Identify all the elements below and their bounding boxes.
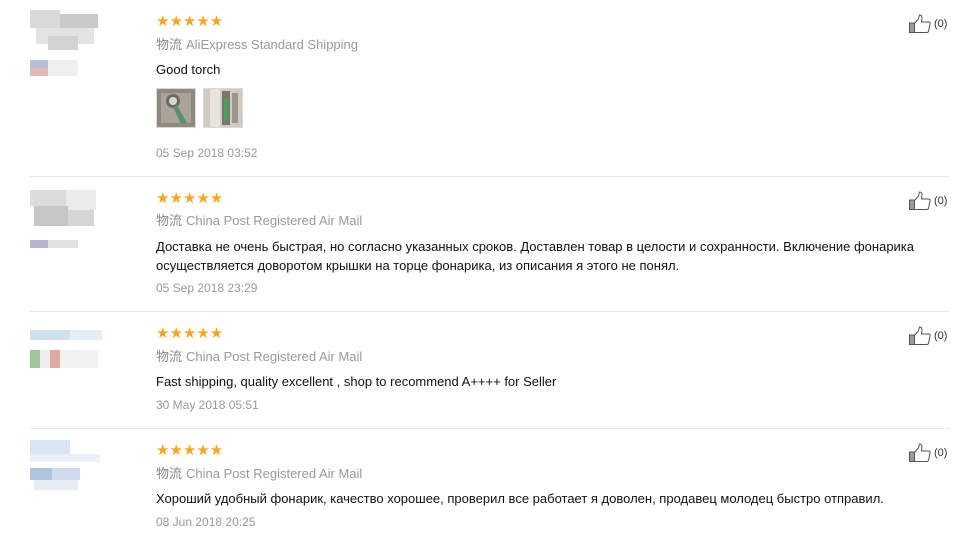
thumbs-up-icon [909,191,931,210]
review-text: Доставка не очень быстрая, но согласно у… [156,239,915,273]
shipping-info: 物流 AliExpress Standard Shipping [156,37,358,53]
thumbs-up-icon [909,326,931,345]
review-date: 08 Jun 2018 20:25 [156,515,256,529]
review-photo[interactable] [156,88,196,128]
helpful-button[interactable]: (0) [908,14,950,34]
shipping-info: 物流 China Post Registered Air Mail [156,466,362,482]
rating-stars: ★★★★★ [156,442,224,459]
shipping-method: AliExpress Standard Shipping [186,37,359,52]
rating-stars: ★★★★★ [156,13,224,30]
thumbs-up-icon [909,14,931,33]
helpful-count: (0) [934,330,948,342]
shipping-method: China Post Registered Air Mail [186,349,363,364]
helpful-count: (0) [934,447,948,459]
shipping-label: 物流 [156,466,183,481]
rating-stars: ★★★★★ [156,325,224,342]
helpful-count: (0) [934,18,948,30]
review-text: Good torch [156,62,221,77]
divider [30,428,950,429]
review-date: 05 Sep 2018 03:52 [156,146,258,160]
review-date: 05 Sep 2018 23:29 [156,281,258,295]
review-photo[interactable] [203,88,243,128]
shipping-info: 物流 China Post Registered Air Mail [156,213,362,229]
helpful-button[interactable]: (0) [908,326,950,346]
shipping-label: 物流 [156,349,183,364]
review-date: 30 May 2018 05:51 [156,398,259,412]
review-text: Хороший удобный фонарик, качество хороше… [156,491,884,506]
helpful-count: (0) [934,195,948,207]
shipping-info: 物流 China Post Registered Air Mail [156,349,362,365]
thumbs-up-icon [909,443,931,462]
helpful-button[interactable]: (0) [908,191,950,211]
helpful-button[interactable]: (0) [908,443,950,463]
shipping-label: 物流 [156,213,183,228]
shipping-label: 物流 [156,37,183,52]
shipping-method: China Post Registered Air Mail [186,466,363,481]
shipping-method: China Post Registered Air Mail [186,213,363,228]
divider [30,176,950,177]
divider [30,311,950,312]
review-text: Fast shipping, quality excellent , shop … [156,374,557,389]
rating-stars: ★★★★★ [156,190,224,207]
